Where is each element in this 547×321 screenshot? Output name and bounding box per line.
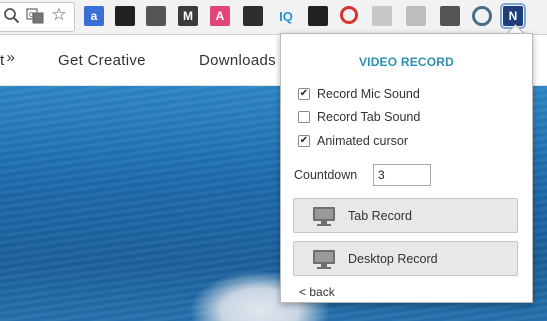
nav-arrow-icon: » [6, 49, 16, 66]
extension-spiral-icon[interactable] [472, 6, 492, 26]
extension-block-icon[interactable] [340, 6, 358, 24]
search-zoom-icon[interactable] [3, 7, 21, 25]
extension-n-video-glyph: N [508, 9, 518, 23]
extension-a-pink-icon[interactable]: A [210, 6, 230, 26]
monitor-icon [312, 249, 336, 269]
video-record-popup: VIDEO RECORD ✔ Record Mic Sound Record T… [280, 33, 533, 303]
extension-layout-icon[interactable] [372, 6, 392, 26]
svg-text:G: G [29, 12, 34, 19]
extension-m-icon[interactable]: M [178, 6, 198, 26]
desktop-record-label: Desktop Record [348, 251, 438, 266]
option-record-tab-sound[interactable]: Record Tab Sound [298, 110, 420, 124]
extension-wizard-icon[interactable] [146, 6, 166, 26]
extension-checklist-icon[interactable] [243, 6, 263, 26]
checkbox-animated-cursor[interactable]: ✔ [298, 135, 310, 147]
translate-icon[interactable]: G [26, 7, 44, 25]
extension-cast-icon[interactable] [440, 6, 460, 26]
countdown-label: Countdown [294, 168, 358, 182]
extension-cat-icon[interactable] [115, 6, 135, 26]
checkbox-record-tab-sound[interactable] [298, 111, 310, 123]
back-link[interactable]: < back [299, 285, 335, 299]
checkbox-record-mic-sound[interactable]: ✔ [298, 88, 310, 100]
nav-item-partial-label: t [0, 52, 5, 69]
countdown-input[interactable] [373, 164, 431, 186]
tab-record-label: Tab Record [348, 208, 412, 223]
tab-record-button[interactable]: Tab Record [293, 198, 518, 233]
extension-a-icon[interactable]: a [84, 6, 104, 26]
nav-item-downloads[interactable]: Downloads [199, 52, 276, 69]
extension-m-glyph: M [183, 9, 193, 23]
option-label: Animated cursor [317, 134, 409, 148]
extension-window-icon[interactable] [406, 6, 426, 26]
option-label: Record Mic Sound [317, 87, 420, 101]
popup-title: VIDEO RECORD [358, 55, 455, 69]
monitor-icon [312, 206, 336, 226]
extension-iq-glyph: IQ [279, 8, 293, 24]
option-animated-cursor[interactable]: ✔ Animated cursor [298, 134, 408, 148]
extension-a-glyph: a [90, 9, 98, 23]
desktop-record-button[interactable]: Desktop Record [293, 241, 518, 276]
star-bookmark-icon[interactable]: ☆ [50, 6, 68, 24]
nav-item-partial[interactable]: t» [0, 49, 16, 69]
omnibox-end[interactable]: G ☆ [0, 2, 75, 32]
extension-a-pink-glyph: A [215, 9, 225, 23]
extension-iq-icon[interactable]: IQ [276, 6, 296, 26]
nav-item-get-creative[interactable]: Get Creative [58, 52, 146, 69]
option-label: Record Tab Sound [317, 110, 421, 124]
extension-n-video-icon[interactable]: N [500, 3, 526, 29]
option-record-mic-sound[interactable]: ✔ Record Mic Sound [298, 87, 420, 101]
extension-hat-icon[interactable] [308, 6, 328, 26]
browser-toolbar: G ☆ a M A IQ N [0, 0, 547, 35]
